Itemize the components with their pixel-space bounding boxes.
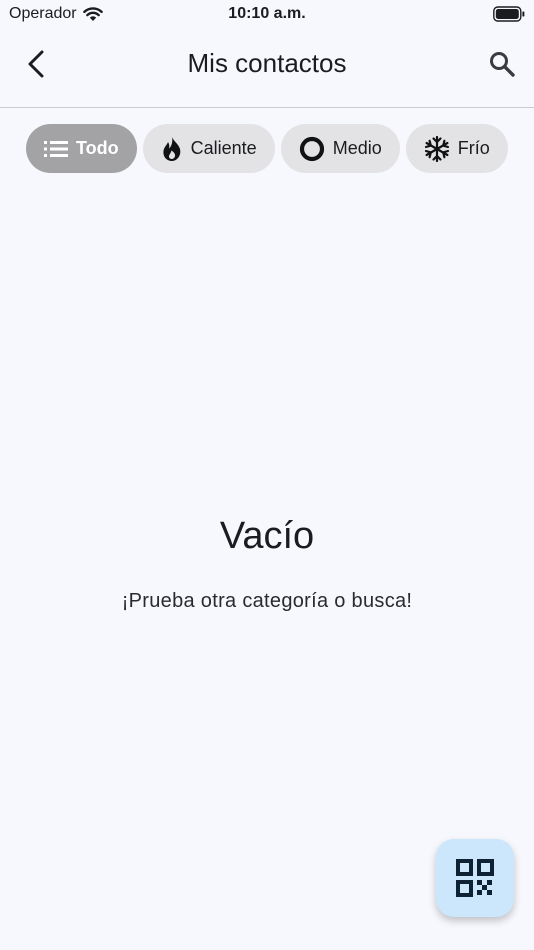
battery-icon [493, 6, 525, 22]
ring-icon [299, 136, 324, 161]
search-icon [490, 52, 515, 77]
filter-chip-label: Caliente [190, 138, 257, 158]
empty-state-message: ¡Prueba otra categoría o busca! [121, 590, 413, 612]
filter-chip-label: Todo [76, 138, 119, 158]
filter-chip-label: Frío [457, 138, 490, 158]
filter-chip-todo[interactable]: Todo [26, 124, 137, 173]
filter-chips: Todo Caliente Medio Frío [26, 124, 508, 173]
flame-icon [163, 136, 180, 161]
filter-chip-frio[interactable]: Frío [405, 124, 508, 173]
qr-code-icon [456, 859, 494, 897]
search-button[interactable] [482, 44, 522, 84]
status-time: 10:10 a.m. [228, 5, 306, 22]
app-bar: Mis contactos [0, 28, 534, 108]
filter-chip-label: Medio [332, 138, 382, 158]
status-bar: Operador 10:10 a.m. [0, 0, 534, 28]
qr-scan-button[interactable] [436, 839, 514, 917]
filter-chip-caliente[interactable]: Caliente [142, 124, 275, 173]
empty-state-title: Vacío [219, 515, 315, 557]
list-icon [44, 140, 68, 157]
snowflake-icon [424, 135, 449, 162]
filter-chip-medio[interactable]: Medio [280, 124, 400, 173]
screen: Operador 10:10 a.m. Mis contactos Todo C… [0, 0, 534, 950]
page-title: Mis contactos [187, 48, 347, 78]
